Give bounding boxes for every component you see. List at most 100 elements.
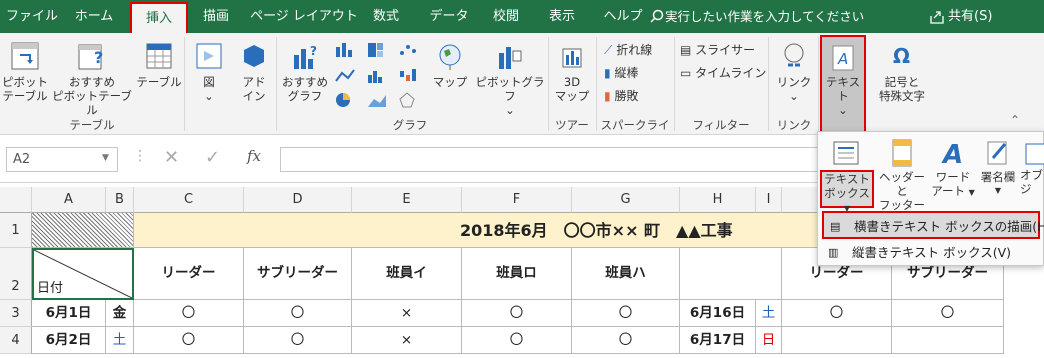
area-chart-button[interactable] bbox=[366, 91, 392, 112]
add-ins-button[interactable]: アド イン bbox=[234, 41, 274, 103]
pie-chart-button[interactable] bbox=[334, 91, 360, 112]
line-chart-button[interactable] bbox=[334, 67, 360, 88]
value-cell[interactable]: × bbox=[352, 300, 462, 327]
symbols-button[interactable]: Ω 記号と 特殊文字 bbox=[868, 41, 936, 103]
column-header[interactable]: D bbox=[244, 187, 352, 213]
tell-me-input[interactable]: 実行したい作業を入力してください bbox=[665, 0, 864, 33]
column-header[interactable]: F bbox=[462, 187, 572, 213]
3d-map-button[interactable]: 3D マップ bbox=[552, 41, 592, 103]
hatched-cell[interactable] bbox=[32, 213, 134, 248]
tab-file[interactable]: ファイル bbox=[6, 0, 58, 33]
illustrations-button[interactable]: 図 ⌄ bbox=[188, 41, 230, 103]
date-cell[interactable]: 6月16日 bbox=[680, 300, 756, 327]
tab-help[interactable]: ヘルプ bbox=[598, 0, 648, 33]
value-cell[interactable]: 〇 bbox=[572, 327, 680, 354]
sparkline-winloss-button[interactable]: ▮ 勝敗 bbox=[604, 87, 638, 104]
timeline-button[interactable]: ▭ タイムライン bbox=[680, 64, 766, 81]
column-header[interactable]: I bbox=[756, 187, 782, 213]
tab-view[interactable]: 表示 bbox=[542, 0, 582, 33]
enter-icon[interactable]: ✓ bbox=[205, 147, 220, 168]
statistic-chart-button[interactable] bbox=[366, 67, 392, 88]
tab-draw[interactable]: 描画 bbox=[194, 0, 238, 33]
empty-cell[interactable] bbox=[892, 327, 1004, 354]
scatter-chart-button[interactable] bbox=[398, 41, 424, 62]
value-cell[interactable]: 〇 bbox=[892, 300, 1004, 327]
waterfall-chart-button[interactable] bbox=[398, 67, 424, 88]
row-header[interactable]: 4 bbox=[0, 327, 32, 354]
wordart-button[interactable]: A ワード アート ▼ bbox=[930, 138, 976, 200]
header-cell[interactable]: リーダー bbox=[134, 248, 244, 300]
date-cell[interactable]: 6月2日 bbox=[32, 327, 106, 354]
tab-page-layout[interactable]: ページ レイアウト bbox=[248, 0, 360, 33]
recommended-pivot-button[interactable]: ? おすすめ ピボットテーブル bbox=[50, 41, 134, 117]
sparkline-line-button[interactable]: ⟋ 折れ線 bbox=[604, 41, 652, 58]
svg-text:A: A bbox=[837, 50, 848, 68]
weekday-cell[interactable]: 日 bbox=[756, 327, 782, 354]
insert-function-button[interactable]: fx bbox=[247, 147, 261, 165]
column-chart-button[interactable] bbox=[334, 41, 360, 62]
weekday-cell[interactable]: 金 bbox=[106, 300, 134, 327]
select-all-button[interactable] bbox=[0, 187, 32, 213]
radar-chart-button[interactable] bbox=[398, 91, 424, 112]
link-button[interactable]: リンク ⌄ bbox=[772, 41, 816, 103]
tab-review[interactable]: 校閲 bbox=[486, 0, 526, 33]
pivot-chart-button[interactable]: ピボットグラフ ⌄ bbox=[472, 41, 548, 117]
slicer-button[interactable]: ▤ スライサー bbox=[680, 41, 755, 58]
value-cell[interactable]: 〇 bbox=[244, 327, 352, 354]
name-box-dropdown-icon[interactable]: ▼ bbox=[102, 153, 109, 163]
recommended-charts-button[interactable]: ? おすすめ グラフ bbox=[280, 41, 330, 103]
row-header[interactable]: 2 bbox=[0, 248, 32, 300]
value-cell[interactable]: 〇 bbox=[462, 327, 572, 354]
value-cell[interactable]: 〇 bbox=[572, 300, 680, 327]
weekday-cell[interactable]: 土 bbox=[756, 300, 782, 327]
tab-insert[interactable]: 挿入 bbox=[130, 2, 188, 33]
text-button[interactable]: A テキスト ⌄ bbox=[820, 35, 866, 133]
tab-formulas[interactable]: 数式 bbox=[366, 0, 406, 33]
row-header[interactable]: 1 bbox=[0, 213, 32, 248]
header-cell[interactable]: 班員ハ bbox=[572, 248, 680, 300]
tab-data[interactable]: データ bbox=[424, 0, 474, 33]
column-header[interactable]: G bbox=[572, 187, 680, 213]
value-cell[interactable]: 〇 bbox=[782, 300, 892, 327]
pivot-table-button[interactable]: ピボット テーブル bbox=[2, 41, 48, 103]
value-cell[interactable]: 〇 bbox=[462, 300, 572, 327]
header-cell[interactable]: 班員ロ bbox=[462, 248, 572, 300]
value-cell[interactable]: 〇 bbox=[134, 300, 244, 327]
tab-home[interactable]: ホーム bbox=[66, 0, 122, 33]
column-header[interactable]: A bbox=[32, 187, 106, 213]
column-header[interactable]: B bbox=[106, 187, 134, 213]
date-cell[interactable]: 6月17日 bbox=[680, 327, 756, 354]
row-header[interactable]: 3 bbox=[0, 300, 32, 327]
collapse-ribbon-icon[interactable]: ⌃ bbox=[1010, 113, 1020, 127]
header-footer-button[interactable]: ヘッダーと フッター bbox=[874, 138, 930, 212]
selected-cell-a2[interactable]: 日付 bbox=[32, 248, 134, 300]
svg-text:A: A bbox=[941, 140, 963, 168]
group-separator bbox=[548, 37, 549, 131]
empty-cell[interactable] bbox=[680, 248, 782, 300]
textbox-button[interactable]: テキスト ボックス ▼ bbox=[820, 170, 874, 213]
vertical-textbox-item[interactable]: ▥ 縦書きテキスト ボックス(V) bbox=[822, 239, 1040, 267]
hierarchy-chart-button[interactable] bbox=[366, 41, 392, 62]
sparkline-line-icon: ⟋ bbox=[604, 43, 613, 57]
signature-line-button[interactable]: 署名欄 ▼ bbox=[976, 138, 1020, 198]
column-header[interactable]: E bbox=[352, 187, 462, 213]
value-cell[interactable]: 〇 bbox=[244, 300, 352, 327]
value-cell[interactable]: 〇 bbox=[134, 327, 244, 354]
table-button[interactable]: テーブル bbox=[136, 41, 182, 89]
draw-horizontal-textbox-item[interactable]: ▤ 横書きテキスト ボックスの描画(H) bbox=[822, 211, 1044, 239]
map-chart-button[interactable]: マップ bbox=[430, 41, 470, 89]
object-button[interactable]: オブジ bbox=[1020, 138, 1044, 196]
date-cell[interactable]: 6月1日 bbox=[32, 300, 106, 327]
empty-cell[interactable] bbox=[782, 327, 892, 354]
share-button[interactable]: 共有(S) bbox=[948, 0, 992, 33]
value-cell[interactable]: × bbox=[352, 327, 462, 354]
header-cell[interactable]: 班員イ bbox=[352, 248, 462, 300]
header-cell[interactable]: サブリーダー bbox=[244, 248, 352, 300]
weekday-cell[interactable]: 土 bbox=[106, 327, 134, 354]
column-header[interactable]: H bbox=[680, 187, 756, 213]
sparkline-column-button[interactable]: ▮ 縦棒 bbox=[604, 64, 638, 81]
cancel-icon[interactable]: ✕ bbox=[164, 147, 179, 168]
column-header[interactable]: C bbox=[134, 187, 244, 213]
formula-input[interactable] bbox=[280, 147, 820, 172]
pivot-table-icon bbox=[11, 42, 39, 70]
